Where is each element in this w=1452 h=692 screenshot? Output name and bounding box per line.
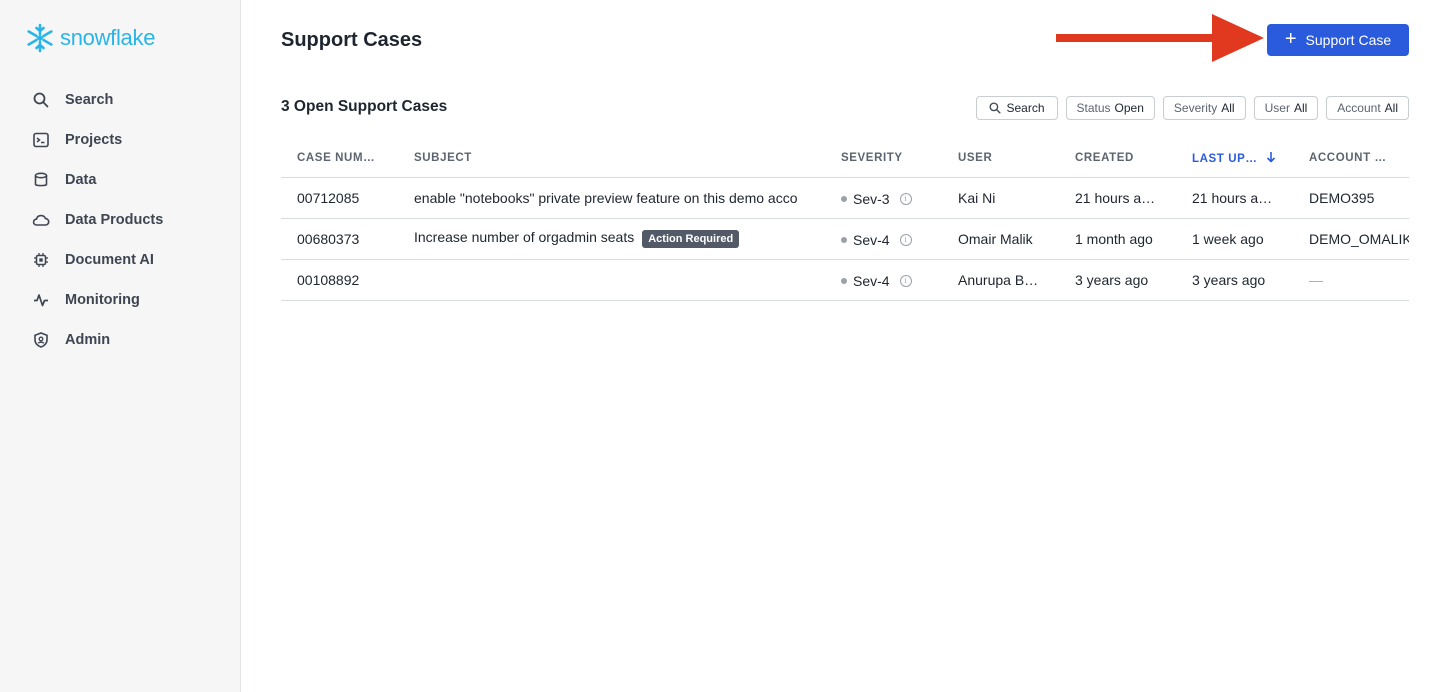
action-required-badge: Action Required [642, 229, 740, 248]
user-cell: Omair Malik [942, 218, 1059, 260]
column-header-last-updated[interactable]: LAST UP… [1176, 140, 1293, 178]
column-header-label: LAST UP… [1192, 153, 1258, 166]
database-icon [32, 171, 50, 189]
column-header-user[interactable]: USER [942, 140, 1059, 178]
filter-label: User [1264, 101, 1290, 115]
case-number-cell[interactable]: 00712085 [281, 177, 398, 219]
logo-text: snowflake [60, 25, 156, 50]
subject-text: Increase number of orgadmin seats [414, 229, 635, 246]
sidebar-item-monitoring[interactable]: Monitoring [0, 280, 240, 320]
search-icon [989, 102, 1002, 114]
filter-value: All [1384, 101, 1398, 115]
severity-dot-icon [841, 195, 847, 202]
column-header-case-number[interactable]: CASE NUM… [281, 140, 398, 178]
filter-label: Severity [1173, 101, 1218, 115]
severity-dot-icon [841, 236, 847, 243]
sidebar-item-data[interactable]: Data [0, 160, 240, 200]
snowflake-logo[interactable]: snowflake [24, 22, 155, 54]
filter-label: Status [1076, 101, 1111, 115]
chip-icon [32, 251, 50, 269]
sidebar-item-projects[interactable]: Projects [0, 120, 240, 160]
subject-cell[interactable]: Increase number of orgadmin seats Action … [398, 218, 825, 260]
column-header-created[interactable]: CREATED [1059, 140, 1176, 178]
case-number-cell[interactable]: 00680373 [281, 218, 398, 260]
sidebar-item-search[interactable]: Search [0, 80, 240, 120]
sidebar-item-label: Admin [65, 332, 111, 348]
created-cell: 21 hours a… [1059, 177, 1176, 219]
sidebar-item-label: Data Products [65, 212, 164, 228]
page-title: Support Cases [281, 29, 423, 51]
activity-icon [32, 291, 50, 309]
created-cell: 3 years ago [1059, 259, 1176, 301]
plus-icon: + [1284, 28, 1297, 50]
subject-cell[interactable] [398, 259, 825, 301]
severity-cell: Sev-4 i [825, 218, 942, 260]
column-header-subject[interactable]: SUBJECT [398, 140, 825, 178]
new-support-case-button[interactable]: + Support Case [1267, 24, 1409, 56]
terminal-icon [32, 131, 50, 149]
main-content: Support Cases + Support Case 3 Open Supp… [241, 0, 1452, 692]
search-filter-button[interactable]: Search [976, 96, 1058, 120]
filter-label: Account [1337, 101, 1381, 115]
created-cell: 1 month ago [1059, 218, 1176, 260]
table-row[interactable]: 00680373 Increase number of orgadmin sea… [281, 218, 1409, 260]
sidebar-item-admin[interactable]: Admin [0, 320, 240, 360]
info-icon[interactable]: i [899, 233, 912, 246]
last-updated-cell: 21 hours a… [1176, 177, 1293, 219]
cloud-icon [32, 211, 50, 229]
support-cases-table: CASE NUM… SUBJECT SEVERITY USER CREATED … [281, 140, 1409, 301]
sidebar-item-label: Search [65, 92, 114, 108]
search-filter-label: Search [1006, 101, 1045, 115]
account-cell: DEMO395 [1293, 177, 1409, 219]
table-header-row: CASE NUM… SUBJECT SEVERITY USER CREATED … [281, 140, 1409, 178]
filter-value: Open [1114, 101, 1144, 115]
sidebar-item-label: Document AI [65, 252, 154, 268]
section-title: 3 Open Support Cases [281, 98, 448, 115]
table-row[interactable]: 00108892 Sev-4 i Anurupa Bache 3 years ag… [281, 259, 1409, 301]
severity-cell: Sev-4 i [825, 259, 942, 301]
filter-bar: Search Status Open Severity All User All… [976, 96, 1409, 120]
shield-icon [32, 331, 50, 349]
case-number-cell[interactable]: 00108892 [281, 259, 398, 301]
sidebar-nav: Search Projects Data Data Products Docum… [0, 80, 240, 360]
user-cell: Kai Ni [942, 177, 1059, 219]
sort-descending-icon [1267, 152, 1276, 163]
sidebar-item-document-ai[interactable]: Document AI [0, 240, 240, 280]
account-cell: — [1293, 259, 1409, 301]
severity-cell: Sev-3 i [825, 177, 942, 219]
severity-value: Sev-4 [853, 272, 890, 289]
column-header-severity[interactable]: SEVERITY [825, 140, 942, 178]
subject-cell[interactable]: enable "notebooks" private preview featu… [398, 177, 825, 219]
sidebar-item-label: Monitoring [65, 292, 140, 308]
user-filter[interactable]: User All [1253, 96, 1319, 120]
status-filter[interactable]: Status Open [1065, 96, 1155, 120]
new-support-case-label: Support Case [1305, 32, 1392, 48]
table-row[interactable]: 00712085 enable "notebooks" private prev… [281, 177, 1409, 219]
info-icon[interactable]: i [899, 274, 912, 287]
filter-value: All [1221, 101, 1235, 115]
annotation-arrow [1056, 14, 1264, 62]
sidebar: snowflake Search Projects Data Data Prod… [0, 0, 241, 692]
sidebar-item-label: Data [65, 172, 97, 188]
severity-value: Sev-3 [853, 190, 890, 207]
search-icon [32, 91, 50, 109]
last-updated-cell: 3 years ago [1176, 259, 1293, 301]
severity-dot-icon [841, 277, 847, 284]
account-cell: DEMO_OMALIK [1293, 218, 1409, 260]
severity-filter[interactable]: Severity All [1162, 96, 1246, 120]
account-filter[interactable]: Account All [1326, 96, 1409, 120]
info-icon[interactable]: i [899, 192, 912, 205]
user-cell: Anurupa Bache [942, 259, 1059, 301]
sidebar-item-label: Projects [65, 132, 123, 148]
filter-value: All [1293, 101, 1308, 115]
snowflake-logo-icon [27, 23, 53, 53]
sidebar-item-data-products[interactable]: Data Products [0, 200, 240, 240]
column-header-account[interactable]: ACCOUNT … [1293, 140, 1409, 178]
severity-value: Sev-4 [853, 231, 890, 248]
last-updated-cell: 1 week ago [1176, 218, 1293, 260]
